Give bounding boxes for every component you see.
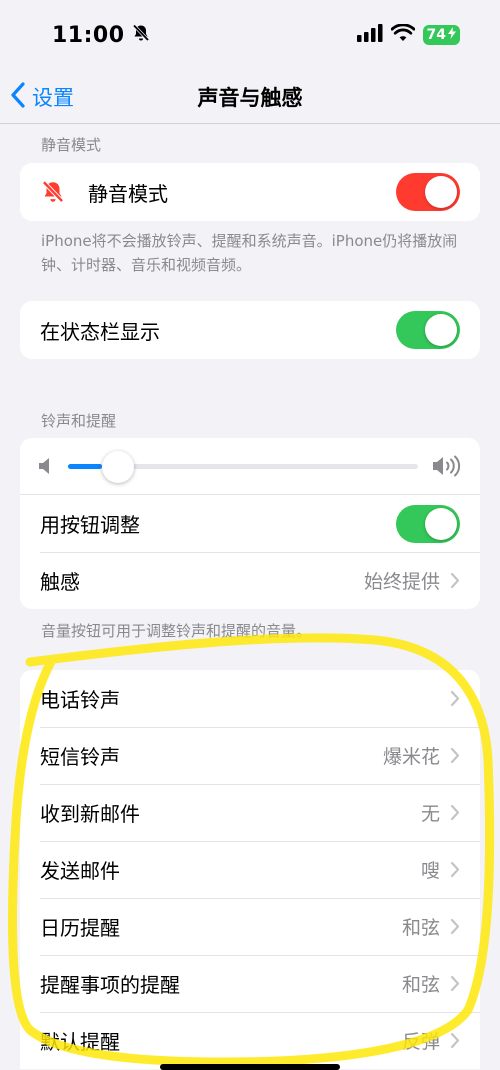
silent-mode-toggle[interactable]: [396, 173, 460, 211]
sound-row-label: 短信铃声: [40, 745, 120, 769]
chevron-right-icon: [450, 804, 460, 821]
sound-row-value: 和弦: [401, 974, 440, 996]
volume-slider-thumb[interactable]: [101, 450, 134, 483]
silent-mode-row: 静音模式: [20, 163, 480, 221]
section-header-silent: 静音模式: [41, 136, 102, 154]
back-button[interactable]: 设置: [10, 70, 74, 124]
haptics-label: 触感: [40, 570, 80, 594]
silent-mode-label: 静音模式: [88, 181, 168, 206]
status-bar-display-row: 在状态栏显示: [20, 301, 480, 359]
sound-row[interactable]: 电话铃声: [20, 670, 480, 727]
sound-row-value: 反弹: [401, 1031, 440, 1053]
chevron-right-icon: [450, 861, 460, 878]
volume-slider-fill: [68, 463, 102, 469]
wifi-icon: [390, 23, 415, 46]
status-right: 74: [356, 23, 460, 46]
adjust-with-buttons-row: 用按钮调整: [20, 494, 480, 552]
status-bar-display-label: 在状态栏显示: [40, 319, 160, 344]
silent-mode-group: 静音模式: [20, 163, 480, 221]
home-indicator: [160, 1064, 340, 1070]
adjust-with-buttons-toggle[interactable]: [396, 504, 460, 543]
sound-row-label: 发送邮件: [40, 859, 120, 883]
status-left: 11:00: [52, 23, 151, 48]
speaker-high-icon: [432, 455, 462, 477]
haptics-row[interactable]: 触感 始终提供: [20, 552, 480, 609]
chevron-left-icon: [10, 82, 26, 112]
status-bar: 11:00 74: [0, 0, 500, 70]
chevron-right-icon: [450, 747, 460, 764]
chevron-right-icon: [450, 918, 460, 935]
sound-row[interactable]: 发送邮件 嗖: [20, 841, 480, 898]
sound-row[interactable]: 日历提醒 和弦: [20, 898, 480, 955]
sound-row[interactable]: 短信铃声 爆米花: [20, 727, 480, 784]
volume-slider-row: [20, 438, 480, 494]
status-bar-display-group: 在状态栏显示: [20, 301, 480, 359]
cellular-signal-icon: [356, 24, 383, 46]
sound-row-value: 无: [420, 803, 440, 825]
sounds-group: 电话铃声 短信铃声 爆米花 收到新邮件无发送邮件嗖日历提醒 和弦 提醒事项的提醒 和弦 默认提…: [20, 670, 480, 1069]
sound-row-value: 和弦: [401, 917, 440, 939]
page-title: 声音与触感: [197, 85, 303, 110]
status-time: 11:00: [52, 22, 125, 48]
haptics-value: 始终提供: [363, 571, 440, 593]
adjust-with-buttons-label: 用按钮调整: [40, 513, 140, 537]
ringer-note: 音量按钮可用于调整铃声和提醒的音量。: [41, 622, 312, 640]
speaker-low-icon: [38, 457, 54, 475]
silent-mode-note: iPhone将不会播放铃声、提醒和系统声音。iPhone仍将播放闹钟、计时器、音…: [41, 232, 458, 274]
charging-bolt-icon: [448, 27, 456, 43]
sound-row-value: 爆米花: [382, 746, 440, 768]
sound-row-label: 日历提醒: [40, 916, 120, 940]
sound-row-label: 提醒事项的提醒: [40, 973, 180, 997]
chevron-right-icon: [450, 1032, 460, 1049]
sound-row-value: 嗖: [420, 860, 440, 882]
battery-percent: 74: [426, 27, 446, 43]
bell-slash-icon: [131, 23, 151, 47]
sound-row-label: 电话铃声: [40, 688, 120, 712]
volume-slider[interactable]: [68, 450, 418, 483]
chevron-right-icon: [450, 690, 460, 707]
chevron-right-icon: [450, 572, 460, 589]
sound-row[interactable]: 收到新邮件 无: [20, 784, 480, 841]
section-header-ringer: 铃声和提醒: [41, 412, 117, 430]
status-bar-display-toggle[interactable]: [396, 311, 460, 349]
navigation-bar: 设置 声音与触感: [0, 70, 500, 124]
sound-row[interactable]: 默认提醒 反弹: [20, 1012, 480, 1069]
ringer-group: 用按钮调整 触感 始终提供: [20, 438, 480, 609]
sound-row-label: 默认提醒: [40, 1030, 120, 1054]
bell-slash-icon: [40, 179, 66, 205]
sound-row[interactable]: 提醒事项的提醒 和弦: [20, 955, 480, 1012]
chevron-right-icon: [450, 975, 460, 992]
sound-row-label: 收到新邮件: [40, 802, 140, 826]
back-label: 设置: [32, 86, 74, 110]
battery-indicator: 74: [422, 25, 460, 45]
